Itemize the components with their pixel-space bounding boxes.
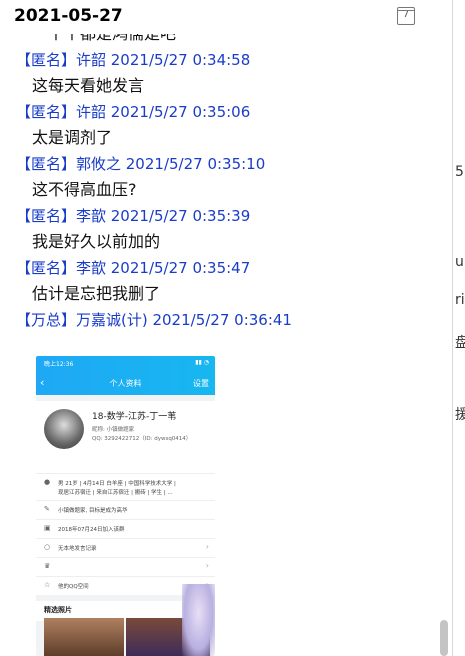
message-sender[interactable]: 【匿名】许韶 2021/5/27 0:34:58: [16, 50, 452, 70]
profile-title: 个人资料: [109, 379, 142, 388]
date-header: 2021-05-27 7: [0, 0, 452, 34]
profile-header-bar: 晚上12:36 ▮▮ ◔ ‹ 个人资料 设置: [36, 356, 215, 395]
message-text: 这不得高血压?: [32, 180, 137, 199]
chevron-right-icon: ›: [205, 561, 209, 570]
message-item: 【匿名】许韶 2021/5/27 0:34:58 这每天看她发言: [0, 50, 452, 96]
message-text: 估计是忘把我删了: [32, 284, 161, 303]
bg-text-fragment: ure: [455, 254, 465, 270]
message-text: 太是调剂了: [32, 128, 113, 147]
joined-text: 2018年07月24日加入该群: [58, 527, 125, 533]
pen-icon: ✎: [44, 505, 50, 513]
message-item: 【匿名】郭攸之 2021/5/27 0:35:10 这不得高血压?: [0, 154, 452, 200]
record-icon: ○: [44, 543, 51, 551]
person-icon: ●: [44, 478, 51, 486]
profile-qq: QQ: 3292422712（ID: dywsq0414）: [92, 436, 192, 442]
background-window-strip: 5 ure riv 盘 援: [453, 0, 465, 656]
message-sender[interactable]: 【匿名】李歆 2021/5/27 0:35:39: [16, 206, 452, 226]
calendar-icon[interactable]: 7: [397, 7, 415, 25]
avatar: [44, 409, 84, 449]
bg-text-fragment: 5: [455, 164, 464, 180]
status-time: 晚上12:36: [44, 361, 74, 368]
no-speech-text: 无本地发言记录: [58, 546, 97, 552]
qzone-text: 他的QQ空间: [58, 584, 89, 590]
anime-sticker: [182, 584, 215, 656]
signature-row: ✎ 小镇做题家, 目标是成为高华: [36, 500, 215, 519]
badge-icon: ♛: [44, 562, 51, 570]
star-icon: ☆: [44, 581, 51, 589]
group-icon: ▣: [44, 524, 51, 532]
bg-text-fragment: 援: [455, 407, 465, 423]
message-text: 我是好久以前加的: [32, 232, 161, 251]
chat-history-panel: 2021-05-27 7 一个个都是鸿儒是吧 【匿名】许韶 2021/5/27 …: [0, 0, 453, 656]
bg-text-fragment: 盘: [455, 335, 465, 351]
profile-screenshot-image[interactable]: 晚上12:36 ▮▮ ◔ ‹ 个人资料 设置 18-数学-江苏-丁一苇 昵称: …: [36, 356, 215, 656]
joined-row: ▣ 2018年07月24日加入该群: [36, 519, 215, 538]
profile-info-row: ● 男 21岁 | 4月14日 白羊座 | 中国科学技术大学 | 现居江苏宿迁 …: [36, 473, 215, 500]
message-list: 一个个都是鸿儒是吧 【匿名】许韶 2021/5/27 0:34:58 这每天看她…: [0, 24, 452, 330]
chevron-right-icon: ›: [205, 542, 209, 551]
profile-info-1: 男 21岁 | 4月14日 白羊座 | 中国科学技术大学 |: [58, 481, 176, 487]
signature-text: 小镇做题家, 目标是成为高华: [58, 508, 128, 514]
message-item: 【匿名】李歆 2021/5/27 0:35:47 估计是忘把我删了: [0, 258, 452, 304]
scrollbar-thumb[interactable]: [440, 620, 448, 656]
message-item: 【匿名】许韶 2021/5/27 0:35:06 太是调剂了: [0, 102, 452, 148]
profile-info-2: 现居江苏宿迁 | 来自江苏宿迁 | 搬砖 | 学生 | ...: [58, 490, 173, 496]
message-sender[interactable]: 【匿名】郭攸之 2021/5/27 0:35:10: [16, 154, 452, 174]
message-text: 这每天看她发言: [32, 76, 145, 95]
settings-label: 设置: [193, 379, 209, 388]
photo-thumbnail: [44, 618, 124, 656]
message-sender[interactable]: 【万总】万嘉诚(计) 2021/5/27 0:36:41: [16, 310, 452, 330]
message-sender[interactable]: 【匿名】许韶 2021/5/27 0:35:06: [16, 102, 452, 122]
message-sender[interactable]: 【匿名】李歆 2021/5/27 0:35:47: [16, 258, 452, 278]
bg-text-fragment: riv: [455, 292, 465, 308]
message-item: 【万总】万嘉诚(计) 2021/5/27 0:36:41: [0, 310, 452, 330]
status-icons: ▮▮ ◔: [195, 359, 209, 366]
badge-row: ♛ ›: [36, 557, 215, 576]
message-item: 【匿名】李歆 2021/5/27 0:35:39 我是好久以前加的: [0, 206, 452, 252]
no-speech-row: ○ 无本地发言记录 ›: [36, 538, 215, 557]
profile-card: 18-数学-江苏-丁一苇 昵称: 小镇做题家 QQ: 3292422712（ID…: [36, 401, 215, 473]
date-label: 2021-05-27: [14, 6, 123, 26]
profile-alias: 昵称: 小镇做题家: [92, 427, 135, 433]
profile-nickname: 18-数学-江苏-丁一苇: [92, 412, 177, 422]
